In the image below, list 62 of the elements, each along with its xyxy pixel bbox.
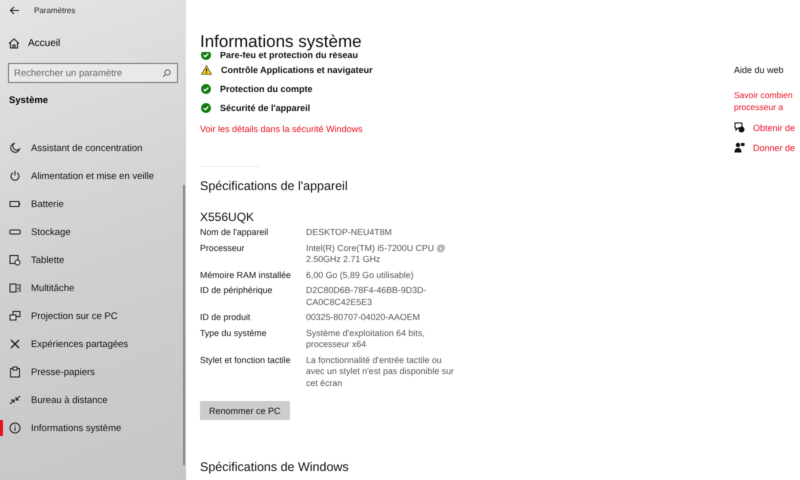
check-icon <box>201 84 211 94</box>
warning-icon <box>201 64 212 74</box>
sidebar-item[interactable]: Assistant de concentration <box>0 134 186 162</box>
info-icon <box>9 422 21 434</box>
spec-label: ID de produit <box>200 312 252 324</box>
spec-label: Processeur <box>200 242 246 254</box>
spec-label: ID de périphérique <box>200 285 274 297</box>
sidebar-item[interactable]: Multitâche <box>0 274 186 302</box>
projector-icon <box>9 310 21 322</box>
sidebar-item[interactable]: Presse-papiers <box>0 358 186 386</box>
help-action-link[interactable]: Obtenir de <box>753 122 796 132</box>
battery-icon <box>9 198 21 210</box>
remote-icon <box>9 394 21 406</box>
spec-value: 6,00 Go (5,89 Go utilisable) <box>306 270 415 281</box>
security-status-text: Sécurité de l'appareil <box>220 102 310 112</box>
section-heading: Système <box>9 95 48 106</box>
help-action-link[interactable]: Donner de <box>753 142 796 152</box>
section-heading: Spécifications de Windows <box>200 460 350 474</box>
clipboard-icon <box>9 366 21 378</box>
security-status-text: Contrôle Applications et navigateur <box>221 64 373 74</box>
spec-value: Intel(R) Core(TM) i5-7200U CPU @ 2.50GHz 2.71 GHz <box>306 242 446 266</box>
moon-icon <box>9 142 21 154</box>
back-arrow-icon[interactable] <box>9 6 20 15</box>
spec-value: 00325-80707-04020-AAOEM <box>306 312 421 324</box>
spec-value: D2C80D6B-78F4-46BB-9D3D-CA0C8C42E5E3 <box>306 285 428 308</box>
sidebar-item[interactable]: Stockage <box>0 218 186 246</box>
sidebar-item[interactable]: Batterie <box>0 190 186 218</box>
help-link[interactable]: Savoir combien processeur a <box>734 89 798 113</box>
person-feedback-icon <box>734 142 745 153</box>
search-field[interactable]: Rechercher un paramètre <box>8 63 178 83</box>
sidebar-item[interactable]: Bureau à distance <box>0 386 186 414</box>
check-icon <box>201 102 211 112</box>
tablet-icon <box>9 254 21 266</box>
spec-value: Système d'exploitation 64 bits, processeur x64 <box>306 328 426 350</box>
power-icon <box>9 170 21 182</box>
check-icon <box>201 52 211 60</box>
chat-help-icon <box>734 122 745 133</box>
rename-button[interactable]: Renommer ce PC <box>200 401 290 420</box>
cross-icon <box>9 338 21 350</box>
sidebar-item[interactable]: Projection sur ce PC <box>0 302 186 330</box>
scrollbar[interactable] <box>183 185 185 465</box>
sidebar-item[interactable]: Expériences partagées <box>0 330 186 358</box>
security-status-text: Protection du compte <box>220 84 313 94</box>
spec-label: Mémoire RAM installée <box>200 270 292 281</box>
spec-label: Nom de l'appareil <box>200 227 270 238</box>
security-details-link[interactable]: Voir les détails dans la sécurité Windows <box>200 124 363 134</box>
sidebar-item[interactable]: Alimentation et mise en veille <box>0 162 186 190</box>
multitask-icon <box>9 282 21 294</box>
spec-label: Type du système <box>200 328 268 340</box>
home-link[interactable]: Accueil <box>8 38 60 49</box>
window-title: Paramètres <box>34 6 76 15</box>
search-icon <box>162 68 171 78</box>
sidebar-item[interactable]: Informations système <box>0 414 186 442</box>
device-model: X556UQK <box>200 210 254 224</box>
section-heading: Spécifications de l'appareil <box>200 179 349 193</box>
home-icon <box>8 38 20 49</box>
page-title: Informations système <box>200 32 363 52</box>
sidebar-item[interactable]: Tablette <box>0 246 186 274</box>
help-heading: Aide du web <box>734 65 784 75</box>
spec-value: DESKTOP-NEU4T8M <box>306 227 393 238</box>
spec-label: Stylet et fonction tactile <box>200 354 292 367</box>
spec-value: La fonctionnalité d'entrée tactile ou avec un stylet n'est pas disponible sur cet écran <box>306 354 455 389</box>
